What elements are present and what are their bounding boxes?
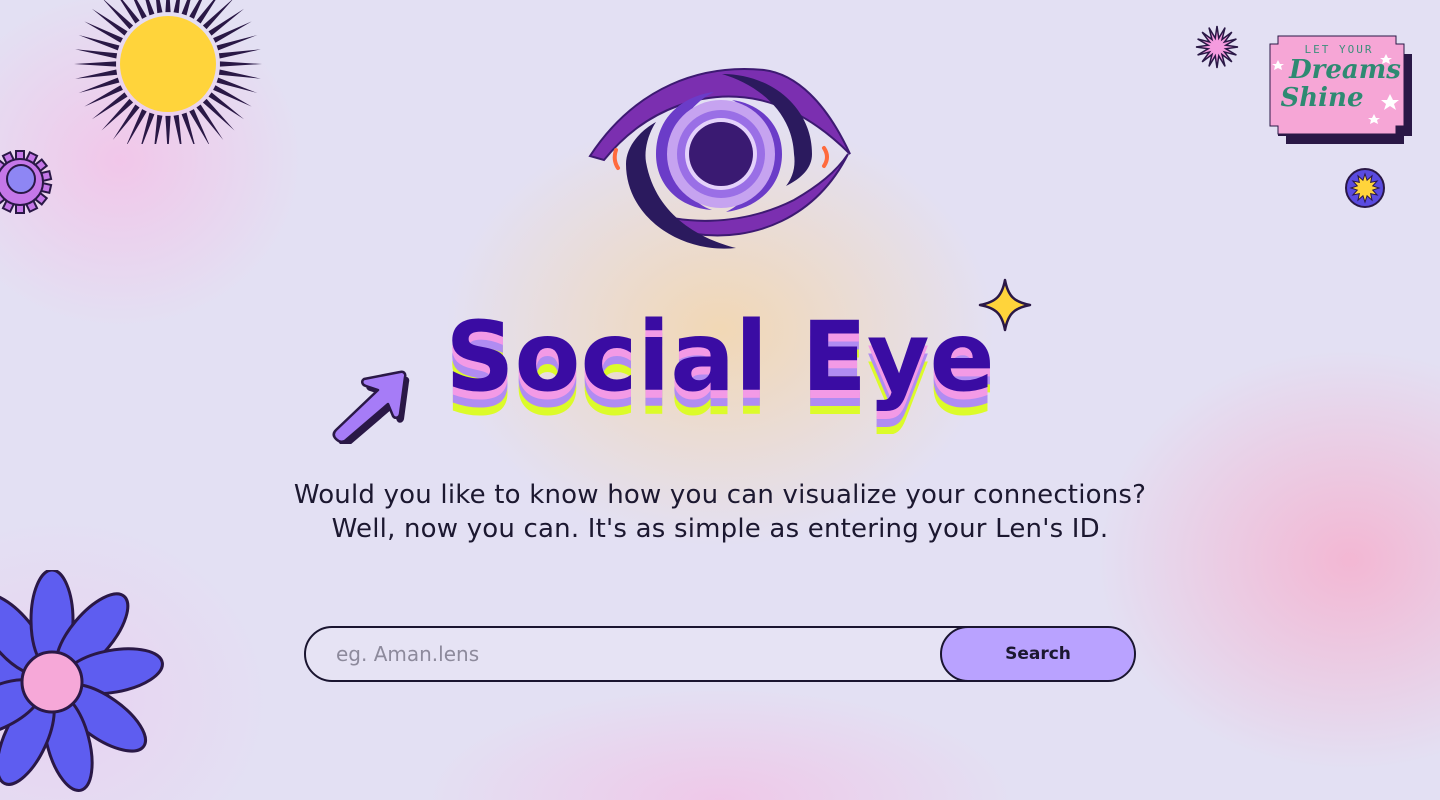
eye-logo-icon [588, 68, 851, 249]
arrow-icon [332, 370, 410, 444]
tagline-line-2: Well, now you can. It's as simple as ent… [331, 514, 1109, 544]
hero-tagline: Would you like to know how you can visua… [200, 478, 1240, 546]
gear-icon [0, 150, 53, 214]
flower-icon [0, 570, 164, 792]
page-title: Social Eye [445, 301, 994, 413]
search-button[interactable]: Search [940, 628, 1134, 680]
sticker-line-2: Shine [1280, 83, 1364, 113]
badge-icon [1345, 168, 1385, 208]
tagline-line-1: Would you like to know how you can visua… [293, 480, 1147, 510]
brand-title: Social Eye Social Eye Social Eye Social … [445, 301, 994, 434]
sticker-line-1: Dreams [1289, 55, 1401, 85]
sun-icon [74, 0, 262, 144]
starburst-icon [1195, 25, 1239, 69]
dreams-sticker: LET YOUR Dreams Shine [1268, 34, 1414, 146]
search-bar: Search [304, 626, 1136, 682]
